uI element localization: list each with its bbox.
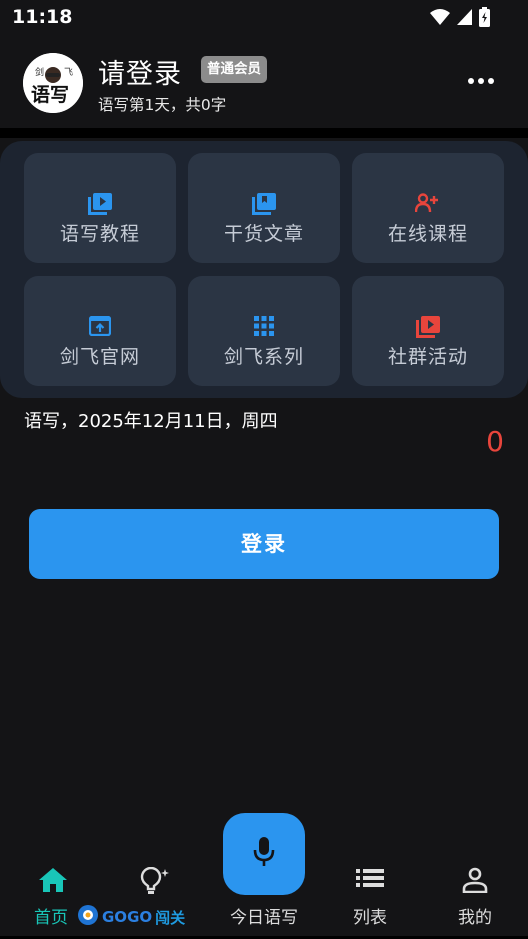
more-dot-icon [488,78,494,84]
avatar-main-text: 语写 [31,84,69,106]
status-bar: 11:18 [0,0,528,36]
avatar-char-right: 飞 [64,67,73,78]
date-line: 语写，2025年12月11日，周四 [24,411,278,432]
tile-label: 剑飞官网 [59,346,140,368]
watermark: GOGO 闯关 [77,905,185,929]
web-upload-icon [24,316,176,336]
nav-label: 我的 [458,908,492,928]
record-mic-button[interactable] [223,813,305,895]
tile-website[interactable]: 剑飞官网 [24,276,176,386]
nav-list[interactable]: 列表 [325,855,415,939]
watermark-text: GOGO [102,908,153,926]
header-divider [0,128,528,138]
lightbulb-icon [110,867,200,899]
home-icon [8,867,98,893]
profile-header: 剑 飞 语写 请登录 普通会员 语写第1天，共0字 [0,40,528,128]
wifi-icon [430,8,450,30]
member-badge: 普通会员 [201,56,267,83]
list-icon [325,867,415,889]
signal-icon [456,8,473,30]
tile-courses[interactable]: 在线课程 [352,153,504,263]
avatar-char-left: 剑 [35,66,44,78]
tile-label: 语写教程 [59,223,140,245]
watermark-logo-icon [77,904,99,930]
nav-profile[interactable]: 我的 [430,855,520,939]
watermark-text-cn: 闯关 [155,908,186,927]
grid-apps-icon [188,316,340,336]
microphone-icon [252,836,276,872]
tile-community[interactable]: 社群活动 [352,276,504,386]
tile-label: 社群活动 [387,346,468,368]
word-count: 0 [486,425,504,458]
login-button[interactable]: 登录 [29,509,499,579]
more-dot-icon [468,78,474,84]
tile-articles[interactable]: 干货文章 [188,153,340,263]
tile-tutorial[interactable]: 语写教程 [24,153,176,263]
status-time: 11:18 [12,6,73,28]
book-library-icon [188,193,340,215]
more-options-button[interactable] [464,70,498,92]
avatar[interactable]: 剑 飞 语写 [23,53,83,113]
nav-label: 今日语写 [230,908,298,928]
nav-label: 列表 [353,908,387,928]
login-prompt-title[interactable]: 请登录 [98,52,182,91]
video-collection-icon [352,316,504,338]
shortcut-grid: 语写教程 干货文章 在线课程 剑飞官网 剑飞系列 社群活动 [0,141,528,398]
person-icon [430,867,520,893]
tile-label: 干货文章 [223,223,304,245]
tile-label: 在线课程 [387,223,468,245]
battery-icon [479,7,490,31]
video-library-icon [24,193,176,215]
tile-label: 剑飞系列 [223,346,304,368]
person-add-icon [352,193,504,213]
user-stats: 语写第1天，共0字 [98,96,227,114]
status-icons [430,7,490,31]
tile-series[interactable]: 剑飞系列 [188,276,340,386]
more-dot-icon [478,78,484,84]
